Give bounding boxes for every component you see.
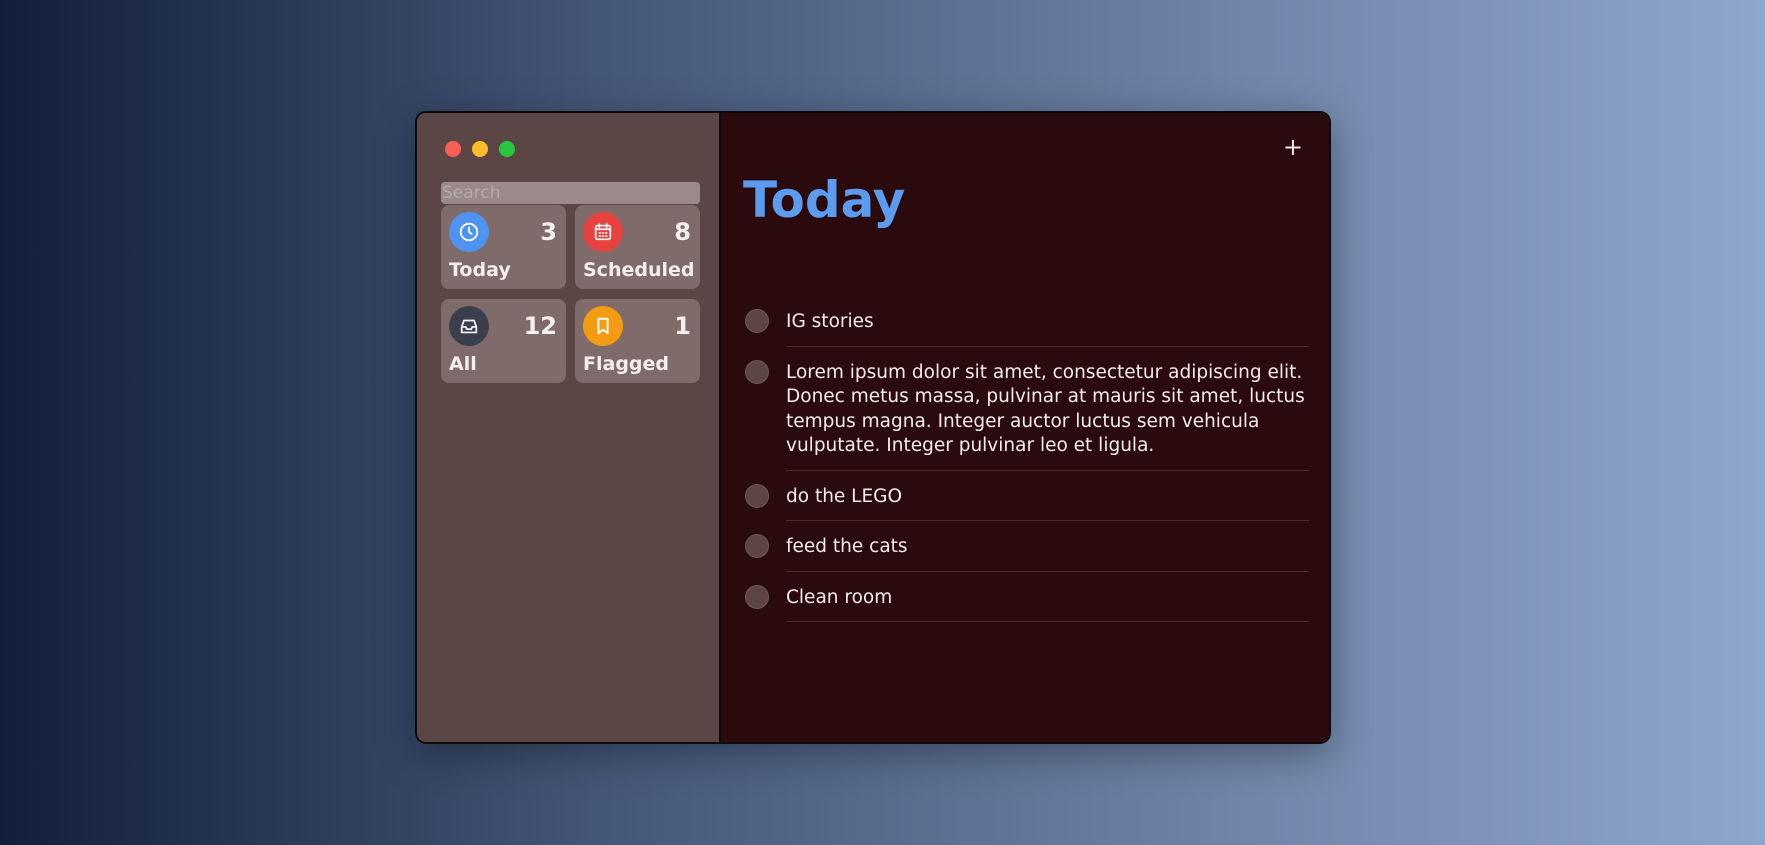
smart-list-scheduled[interactable]: 8 Scheduled xyxy=(575,205,700,289)
task-checkbox[interactable] xyxy=(745,309,769,333)
reminders-window: 3 Today 8 Scheduled xyxy=(415,111,1331,744)
scheduled-count: 8 xyxy=(674,218,691,246)
inbox-icon xyxy=(449,306,489,346)
traffic-lights xyxy=(445,141,515,157)
task-item: IG stories xyxy=(745,309,1309,360)
smart-lists: 3 Today 8 Scheduled 12 All 1 Flagged xyxy=(441,205,700,383)
smart-list-flagged[interactable]: 1 Flagged xyxy=(575,299,700,383)
flagged-label: Flagged xyxy=(583,353,670,375)
smart-list-all[interactable]: 12 All xyxy=(441,299,566,383)
task-checkbox[interactable] xyxy=(745,584,769,609)
minimize-window-button[interactable] xyxy=(472,141,488,157)
today-label: Today xyxy=(449,259,511,281)
main-panel: + Today IG stories Lorem ipsum dolor sit… xyxy=(721,113,1329,742)
task-item: feed the cats xyxy=(745,534,1309,585)
task-text[interactable]: do the LEGO xyxy=(786,484,1309,521)
add-reminder-button[interactable]: + xyxy=(1283,133,1303,161)
close-window-button[interactable] xyxy=(445,141,461,157)
scheduled-label: Scheduled xyxy=(583,259,695,281)
search-input[interactable] xyxy=(441,182,700,204)
task-text[interactable]: Lorem ipsum dolor sit amet, consectetur … xyxy=(786,360,1309,471)
task-checkbox[interactable] xyxy=(745,359,769,384)
bookmark-icon xyxy=(583,306,623,346)
calendar-icon xyxy=(583,212,623,252)
task-text[interactable]: IG stories xyxy=(786,309,1309,347)
all-count: 12 xyxy=(523,312,557,340)
task-list: IG stories Lorem ipsum dolor sit amet, c… xyxy=(745,309,1309,635)
task-item: do the LEGO xyxy=(745,483,1309,535)
task-checkbox[interactable] xyxy=(745,483,769,508)
task-item: Clean room xyxy=(745,584,1309,636)
task-text[interactable]: feed the cats xyxy=(786,534,1309,572)
today-count: 3 xyxy=(540,218,557,246)
page-title: Today xyxy=(743,171,906,229)
task-text[interactable]: Clean room xyxy=(786,585,1309,622)
flagged-count: 1 xyxy=(674,312,691,340)
task-item: Lorem ipsum dolor sit amet, consectetur … xyxy=(745,359,1309,484)
clock-icon xyxy=(449,212,489,252)
sidebar: 3 Today 8 Scheduled xyxy=(417,113,721,742)
maximize-window-button[interactable] xyxy=(499,141,515,157)
smart-list-today[interactable]: 3 Today xyxy=(441,205,566,289)
task-checkbox[interactable] xyxy=(745,534,769,558)
all-label: All xyxy=(449,353,477,375)
